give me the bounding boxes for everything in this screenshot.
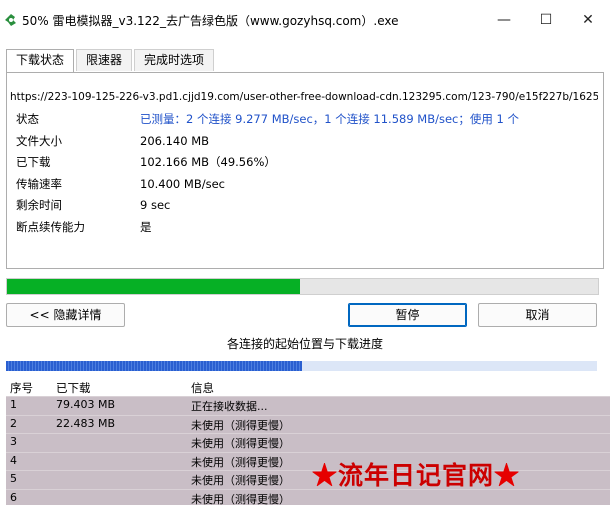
row-info: 未使用（测得更慢）: [191, 418, 290, 432]
row-index: 3: [10, 435, 17, 449]
star-icon: ★: [494, 461, 521, 490]
list-header: 序号 已下载 信息: [6, 379, 610, 396]
info-label: 文件大小: [16, 134, 62, 148]
connections-title: 各连接的起始位置与下载进度: [226, 337, 383, 351]
title-bar: 50% 雷电模拟器_v3.122_去广告绿色版（www.gozyhsq.com）…: [0, 0, 610, 40]
tab-download-status[interactable]: 下载状态: [6, 49, 75, 72]
list-item[interactable]: 1 79.403 MB 正在接收数据...: [6, 396, 610, 415]
hide-details-button[interactable]: << 隐藏详情: [6, 303, 125, 327]
list-item[interactable]: 2 22.483 MB 未使用（测得更慢）: [6, 414, 610, 434]
maximize-icon: ☐: [539, 12, 553, 28]
row-index: 4: [10, 453, 17, 467]
info-label: 剩余时间: [16, 198, 62, 212]
row-downloaded: 22.483 MB: [56, 416, 116, 430]
column-index[interactable]: 序号: [10, 380, 33, 396]
row-info: 正在接收数据...: [191, 400, 268, 413]
row-info: 未使用（测得更慢）: [191, 492, 290, 505]
app-icon: [5, 14, 16, 26]
info-row-time-left: 剩余时间 9 sec: [16, 197, 170, 213]
tab-speed-limiter[interactable]: 限速器: [76, 49, 133, 71]
info-row-file-size: 文件大小 206.140 MB: [16, 133, 209, 149]
close-icon: ✕: [582, 12, 594, 28]
row-info: 未使用（测得更慢）: [191, 437, 290, 451]
row-index: 2: [10, 416, 17, 430]
connections-progress-fill: [6, 361, 302, 371]
info-row-transfer-rate: 传输速率 10.400 MB/sec: [16, 176, 225, 192]
info-row-status: 状态 已测量：2 个连接 9.277 MB/sec，1 个连接 11.589 MB…: [16, 111, 519, 127]
download-progress-bar: [6, 278, 599, 295]
info-label: 状态: [16, 112, 39, 126]
maximize-button[interactable]: ☐: [526, 6, 566, 34]
minimize-button[interactable]: —: [484, 6, 524, 34]
info-row-downloaded: 已下载 102.166 MB（49.56%）: [16, 154, 276, 170]
info-value: 9 sec: [140, 198, 171, 212]
row-downloaded: 79.403 MB: [56, 398, 116, 411]
info-value: 206.140 MB: [140, 134, 210, 148]
connections-progress-bar: [6, 361, 597, 371]
close-button[interactable]: ✕: [568, 6, 608, 34]
column-downloaded[interactable]: 已下载: [56, 380, 91, 396]
info-label: 已下载: [16, 155, 51, 169]
minimize-icon: —: [497, 12, 511, 28]
row-index: 6: [10, 490, 17, 504]
info-value: 是: [140, 220, 152, 234]
watermark: ★流年日记官网★: [312, 456, 520, 492]
row-index: 1: [10, 398, 17, 411]
download-url: https://223-109-125-226-v3.pd1.cjjd19.co…: [10, 91, 598, 103]
download-progress-fill: [7, 279, 300, 294]
tab-bar: 下载状态 限速器 完成时选项: [6, 49, 216, 72]
window-title: 50% 雷电模拟器_v3.122_去广告绿色版（www.gozyhsq.com）…: [22, 14, 399, 28]
watermark-text: 流年日记官网: [338, 461, 495, 490]
info-value: 已测量：2 个连接 9.277 MB/sec，1 个连接 11.589 MB/s…: [140, 112, 520, 126]
pause-button[interactable]: 暂停: [348, 303, 467, 327]
column-info[interactable]: 信息: [191, 380, 214, 396]
cancel-button[interactable]: 取消: [478, 303, 597, 327]
row-index: 5: [10, 472, 17, 486]
tab-on-completion[interactable]: 完成时选项: [134, 49, 215, 71]
info-label: 传输速率: [16, 177, 62, 191]
row-info: 未使用（测得更慢）: [191, 455, 290, 469]
info-row-resume: 断点续传能力 是: [16, 219, 152, 235]
info-label: 断点续传能力: [16, 220, 85, 234]
list-item[interactable]: 3 未使用（测得更慢）: [6, 433, 610, 452]
row-info: 未使用（测得更慢）: [191, 474, 290, 488]
info-value: 10.400 MB/sec: [140, 177, 225, 191]
info-value: 102.166 MB（49.56%）: [140, 155, 276, 169]
star-icon: ★: [312, 461, 339, 490]
